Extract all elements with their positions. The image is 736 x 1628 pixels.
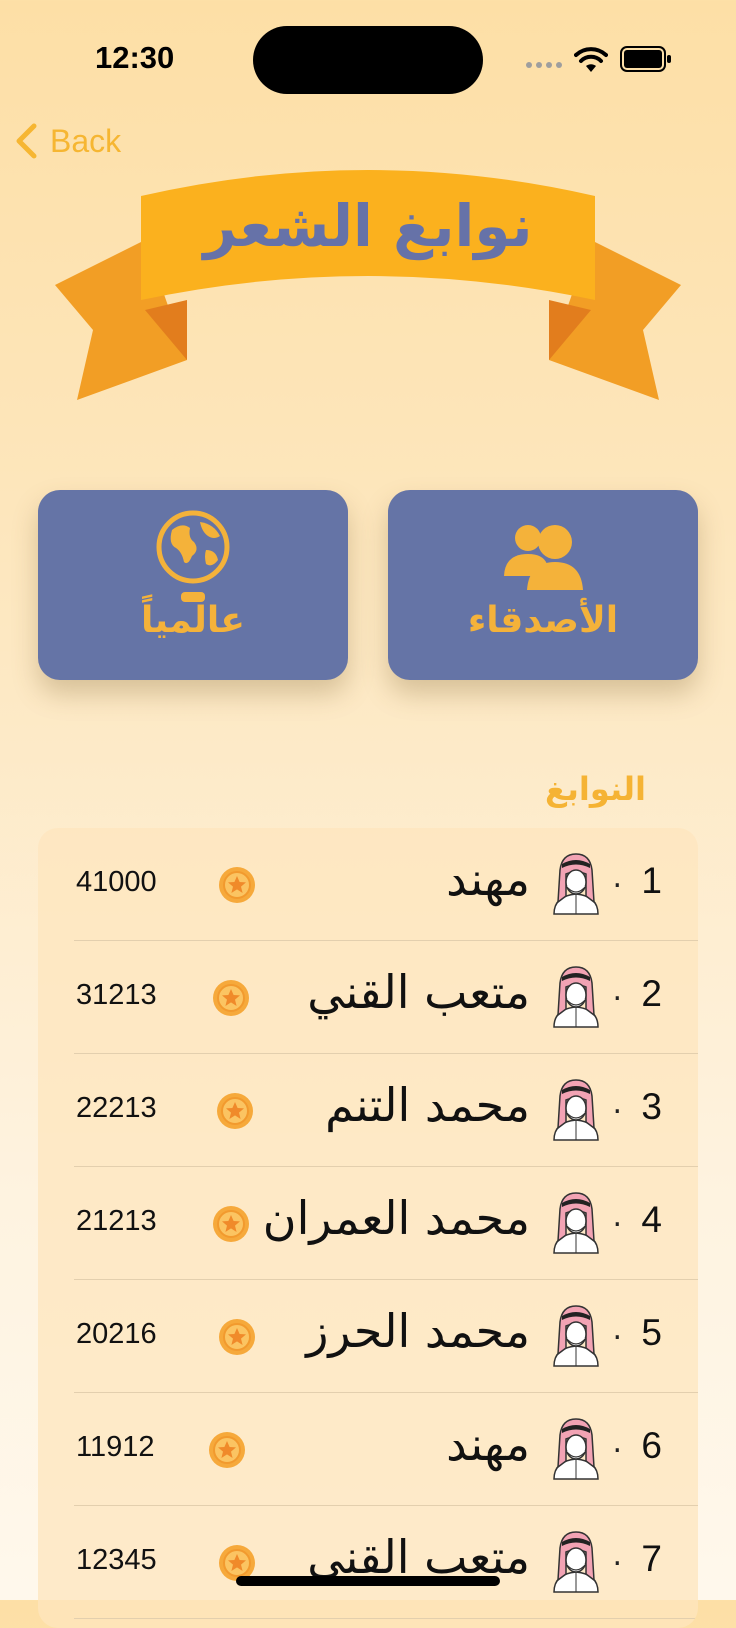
ribbon-banner [55,170,681,400]
row-divider [74,1618,698,1619]
avatar-icon [553,1192,599,1254]
avatar-icon [553,1418,599,1480]
global-leaderboard-button[interactable]: عالمياً [38,490,348,680]
dynamic-island [253,26,483,94]
global-label: عالمياً [141,600,245,641]
player-score: 21213 [76,1205,157,1237]
rank-number: 7 [641,1538,662,1579]
coin-icon [219,867,255,903]
home-indicator[interactable] [236,1576,500,1586]
coin-icon [213,980,249,1016]
avatar-icon [553,966,599,1028]
leaderboard-row[interactable]: 3 . محمد التنم 22213 [38,1054,698,1167]
globe-icon [156,510,230,602]
banner-title: نوابغ الشعر [203,192,533,260]
player-score: 22213 [76,1092,157,1124]
player-name: مهند [446,852,530,906]
leaderboard-row[interactable]: 1 . مهند 41000 [38,828,698,941]
cellular-signal-icon [526,62,562,68]
rank-separator: . [612,1538,622,1573]
player-name: محمد التنم [325,1078,530,1132]
rank-number: 1 [641,860,662,901]
battery-icon [620,46,671,72]
people-icon [504,525,583,590]
avatar-icon [553,853,599,915]
avatar-icon [553,1531,599,1593]
friends-leaderboard-button[interactable]: الأصدقاء [388,490,698,680]
leaderboard-row[interactable]: 2 . متعب القني 31213 [38,941,698,1054]
leaderboard-row[interactable]: 4 . محمد العمران 21213 [38,1167,698,1280]
player-score: 31213 [76,979,157,1011]
rank-number: 3 [641,1086,662,1127]
coin-icon [213,1206,249,1242]
rank-separator: . [612,1425,622,1460]
coin-icon [217,1093,253,1129]
rank-number: 4 [641,1199,662,1240]
rank-separator: . [612,1086,622,1121]
player-name: محمد الحرز [306,1304,530,1358]
player-name: مهند [446,1417,530,1471]
wifi-icon [574,47,608,72]
leaderboard-list: 1 . مهند 41000 2 . متعب القني 31213 3 . … [38,828,698,1628]
rank-separator: . [612,860,622,895]
player-name: متعب القني [307,965,530,1019]
chevron-left-icon [16,123,37,159]
rank-number: 2 [641,973,662,1014]
status-time: 12:30 [95,40,175,75]
player-score: 12345 [76,1544,157,1576]
leaderboard-row[interactable]: 7 . متعب القني 12345 [38,1506,698,1619]
rank-separator: . [612,1312,622,1347]
rank-number: 5 [641,1312,662,1353]
coin-icon [219,1319,255,1355]
friends-label: الأصدقاء [467,600,619,641]
coin-icon [209,1432,245,1468]
player-score: 41000 [76,866,157,898]
rank-separator: . [612,1199,622,1234]
player-score: 11912 [76,1431,155,1463]
player-score: 20216 [76,1318,157,1350]
section-title: النوابغ [545,770,646,808]
player-name: محمد العمران [262,1191,530,1245]
avatar-icon [553,1079,599,1141]
leaderboard-row[interactable]: 5 . محمد الحرز 20216 [38,1280,698,1393]
rank-number: 6 [641,1425,662,1466]
rank-separator: . [612,973,622,1008]
leaderboard-row[interactable]: 6 . مهند 11912 [38,1393,698,1506]
avatar-icon [553,1305,599,1367]
